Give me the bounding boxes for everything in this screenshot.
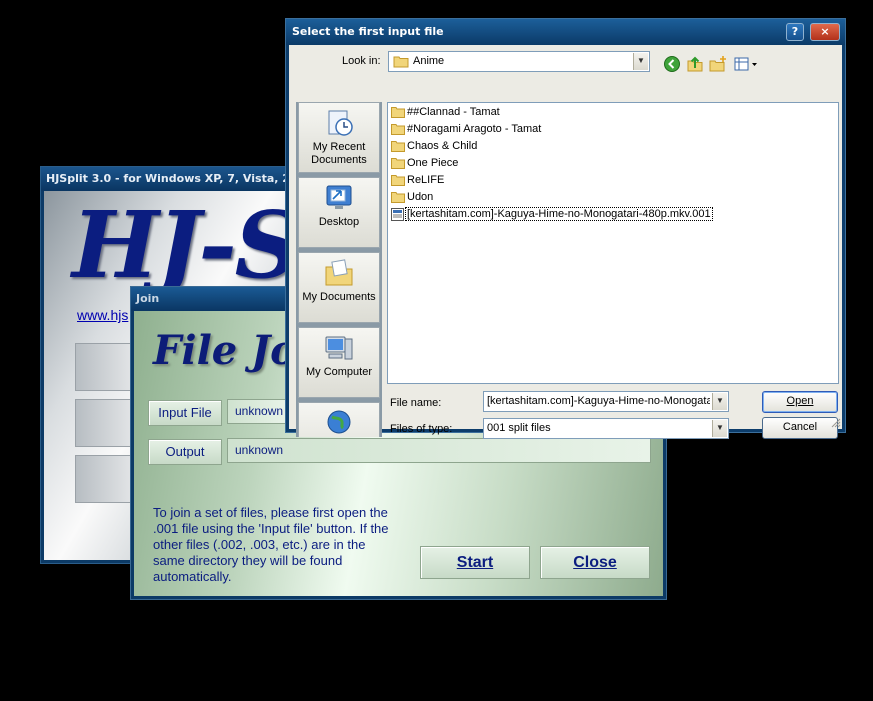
list-item-selected[interactable]: [kertashitam.com]-Kaguya-Hime-no-Monogat… xyxy=(391,206,713,222)
look-in-label: Look in: xyxy=(342,55,381,67)
chevron-down-icon[interactable]: ▼ xyxy=(712,420,727,437)
chevron-down-icon[interactable]: ▼ xyxy=(712,393,727,410)
look-in-value: Anime xyxy=(413,55,445,67)
hjsplit-title[interactable]: HJSplit 3.0 - for Windows XP, 7, Vista, … xyxy=(41,167,289,191)
files-of-type-label: Files of type: xyxy=(390,423,453,435)
output-field[interactable]: unknown xyxy=(227,438,651,463)
file-icon xyxy=(391,207,404,221)
up-folder-icon[interactable] xyxy=(686,55,704,73)
place-my-computer[interactable]: My Computer xyxy=(298,327,380,398)
folder-icon xyxy=(391,158,405,170)
input-file-button-label: Input File xyxy=(158,405,212,420)
list-item[interactable]: Udon xyxy=(391,189,433,205)
input-file-button[interactable]: Input File xyxy=(148,400,222,426)
files-of-type-combo[interactable]: 001 split files ▼ xyxy=(483,418,729,439)
dialog-client-area: Look in: Anime ▼ My Recent Documents Des… xyxy=(289,45,842,439)
chevron-down-icon[interactable]: ▼ xyxy=(633,53,648,70)
my-documents-icon xyxy=(325,259,353,286)
hjsplit-join-button[interactable] xyxy=(75,399,135,447)
file-name: ##Clannad - Tamat xyxy=(407,106,500,118)
file-name: Udon xyxy=(407,191,434,203)
dialog-close-button[interactable]: × xyxy=(810,23,840,41)
folder-icon xyxy=(391,107,405,119)
cancel-button-label: Cancel xyxy=(782,421,818,433)
file-name: ReLIFE xyxy=(407,174,445,186)
dialog-title[interactable]: Select the first input file xyxy=(286,19,845,45)
file-name-input[interactable]: [kertashitam.com]-Kaguya-Hime-no-Monogat… xyxy=(487,395,710,407)
join-heading: File Jo xyxy=(153,327,297,374)
hjsplit-website-link[interactable]: www.hjs xyxy=(77,307,128,323)
place-label: My Documents xyxy=(302,291,376,303)
place-label: My Recent Documents xyxy=(311,141,367,166)
open-button[interactable]: Open xyxy=(762,391,838,413)
recent-documents-icon xyxy=(328,110,353,136)
select-file-dialog: Select the first input file ? × Look in:… xyxy=(285,18,846,439)
place-network[interactable] xyxy=(298,402,380,437)
places-bar: My Recent Documents Desktop My Documents… xyxy=(296,102,382,437)
folder-icon xyxy=(391,192,405,204)
file-name: Chaos & Child xyxy=(407,140,478,152)
look-in-combo[interactable]: Anime ▼ xyxy=(388,51,650,72)
resize-grip-icon[interactable] xyxy=(831,418,841,428)
place-label: Desktop xyxy=(318,216,360,228)
folder-icon xyxy=(391,175,405,187)
input-file-field[interactable]: unknown xyxy=(227,399,287,424)
list-item[interactable]: One Piece xyxy=(391,155,458,171)
file-name-combo[interactable]: [kertashitam.com]-Kaguya-Hime-no-Monogat… xyxy=(483,391,729,412)
start-button-label: Start xyxy=(456,554,494,571)
list-item[interactable]: ##Clannad - Tamat xyxy=(391,104,500,120)
file-name: [kertashitam.com]-Kaguya-Hime-no-Monogat… xyxy=(405,207,713,221)
close-button[interactable]: Close xyxy=(540,546,650,579)
output-button[interactable]: Output xyxy=(148,439,222,465)
folder-icon xyxy=(393,56,409,68)
output-button-label: Output xyxy=(165,444,205,459)
place-my-recent-documents[interactable]: My Recent Documents xyxy=(298,102,380,173)
files-of-type-value: 001 split files xyxy=(487,422,551,434)
back-icon[interactable] xyxy=(663,55,681,73)
place-desktop[interactable]: Desktop xyxy=(298,177,380,248)
file-name: One Piece xyxy=(407,157,459,169)
new-folder-icon[interactable] xyxy=(709,55,727,73)
hjsplit-compare-button[interactable] xyxy=(75,455,135,503)
list-item[interactable]: #Noragami Aragoto - Tamat xyxy=(391,121,541,137)
close-button-label: Close xyxy=(573,554,617,571)
hjsplit-split-button[interactable] xyxy=(75,343,135,391)
view-menu-icon[interactable] xyxy=(733,55,759,73)
list-item[interactable]: Chaos & Child xyxy=(391,138,477,154)
hjsplit-logo: HJ-S xyxy=(72,191,286,299)
place-my-documents[interactable]: My Documents xyxy=(298,252,380,323)
dialog-help-button[interactable]: ? xyxy=(786,23,804,41)
start-button[interactable]: Start xyxy=(420,546,530,579)
cancel-button[interactable]: Cancel xyxy=(762,417,838,439)
desktop-icon xyxy=(326,185,352,209)
open-button-label: Open xyxy=(786,395,814,407)
my-computer-icon xyxy=(325,336,353,360)
list-item[interactable]: ReLIFE xyxy=(391,172,444,188)
file-list[interactable]: ##Clannad - Tamat #Noragami Aragoto - Ta… xyxy=(387,102,839,384)
file-name: #Noragami Aragoto - Tamat xyxy=(407,123,542,135)
network-places-icon xyxy=(327,410,351,434)
folder-icon xyxy=(391,141,405,153)
place-label: My Computer xyxy=(305,366,373,378)
join-instructions: To join a set of files, please first ope… xyxy=(153,505,389,584)
file-name-label: File name: xyxy=(390,397,442,409)
folder-icon xyxy=(391,124,405,136)
